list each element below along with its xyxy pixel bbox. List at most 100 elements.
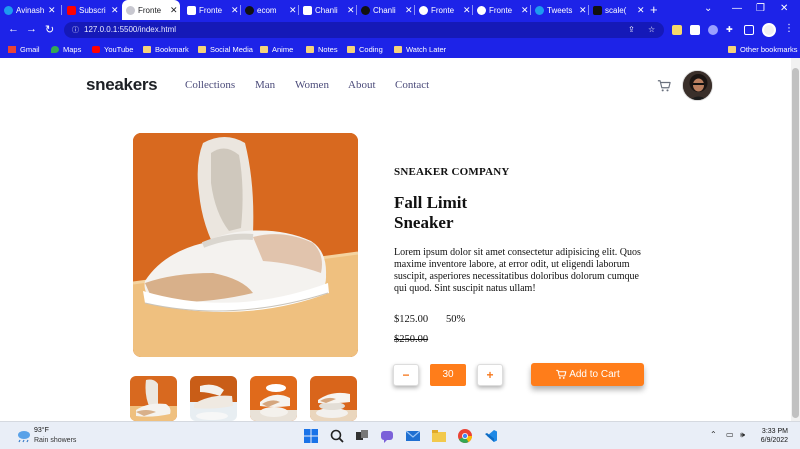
bookmark-item[interactable]: Anime	[260, 40, 293, 58]
browser-tab-strip: Avinash ✕ Subscri ✕ Fronte ✕ Fronte ✕ ec…	[0, 0, 800, 20]
close-icon[interactable]: ✕	[405, 5, 413, 16]
product-main-image[interactable]	[133, 133, 358, 357]
close-icon[interactable]: ✕	[48, 5, 56, 16]
tray-overflow-icon[interactable]: ⌃	[710, 430, 717, 439]
close-icon[interactable]: ✕	[231, 5, 239, 16]
browser-tab[interactable]: Fronte ✕	[415, 0, 471, 20]
browser-tab[interactable]: Fronte ✕	[473, 0, 529, 20]
quantity-increase-button[interactable]: +	[477, 364, 503, 386]
bookmark-label: Watch Later	[406, 44, 447, 54]
bookmark-item[interactable]: Maps	[51, 40, 81, 58]
folder-icon	[728, 45, 736, 53]
search-icon[interactable]	[330, 429, 344, 443]
minimize-icon[interactable]: —	[732, 3, 742, 14]
close-icon[interactable]: ✕	[637, 5, 645, 16]
browser-tab[interactable]: Chanli ✕	[357, 0, 413, 20]
volume-icon[interactable]: 🕪	[740, 430, 745, 440]
other-bookmarks[interactable]: Other bookmarks	[728, 40, 798, 58]
nav-link-collections[interactable]: Collections	[185, 79, 235, 91]
page-scrollbar[interactable]	[791, 58, 800, 421]
scrollbar-thumb[interactable]	[792, 68, 799, 418]
frontend-mentor-icon	[477, 5, 486, 15]
browser-tab[interactable]: Chanli ✕	[299, 0, 355, 20]
url-field[interactable]: ⓘ 127.0.0.1:5500/index.html	[64, 22, 664, 38]
reload-icon[interactable]: ↻	[45, 23, 54, 36]
info-icon[interactable]: ⓘ	[72, 27, 79, 34]
taskbar-clock[interactable]: 3:33 PM 6/9/2022	[754, 427, 788, 445]
bookmark-item[interactable]: Bookmark	[143, 40, 189, 58]
browser-tab[interactable]: scale( ✕	[589, 0, 645, 20]
mail-icon[interactable]	[406, 429, 420, 443]
restore-icon[interactable]: ❐	[756, 3, 765, 14]
window-close-icon[interactable]: ✕	[780, 3, 788, 14]
chrome-icon[interactable]	[458, 429, 472, 443]
company-name: SNEAKER COMPANY	[394, 166, 510, 178]
brand-logo[interactable]: sneakers	[86, 75, 158, 95]
close-icon[interactable]: ✕	[579, 5, 587, 16]
tab-label: Fronte	[431, 5, 455, 15]
bookmark-item[interactable]: Notes	[306, 40, 338, 58]
tab-label: Fronte	[199, 5, 223, 15]
add-to-cart-button[interactable]: Add to Cart	[531, 363, 644, 386]
teams-chat-icon[interactable]	[380, 429, 394, 443]
weather-widget[interactable]: 93°F Rain showers	[16, 426, 86, 446]
back-icon[interactable]: ←	[8, 23, 19, 35]
profile-avatar-icon[interactable]	[762, 23, 776, 37]
nav-link-about[interactable]: About	[348, 79, 376, 91]
close-icon[interactable]: ✕	[289, 5, 297, 16]
extension-icon[interactable]	[708, 25, 718, 35]
tab-label: Chanli	[315, 5, 338, 15]
github-icon	[245, 5, 254, 15]
close-icon[interactable]: ✕	[111, 5, 119, 16]
extension-icon[interactable]	[690, 25, 700, 35]
bookmark-item[interactable]: Watch Later	[394, 40, 446, 58]
browser-tab-active[interactable]: Fronte ✕	[122, 0, 180, 20]
nav-link-men[interactable]: Man	[255, 79, 275, 91]
close-icon[interactable]: ✕	[347, 5, 355, 16]
product-thumbnail-2[interactable]	[190, 376, 237, 421]
nav-link-contact[interactable]: Contact	[395, 79, 429, 91]
youtube-icon	[92, 45, 100, 53]
tab-search-icon[interactable]: ⌄	[704, 3, 712, 14]
new-tab-icon[interactable]: +	[650, 2, 658, 17]
quantity-value: 30	[430, 364, 466, 386]
puzzle-icon[interactable]: ✚	[726, 25, 733, 34]
menu-icon[interactable]: ⋮	[784, 23, 794, 34]
share-icon[interactable]: ⇪	[628, 25, 635, 34]
star-icon[interactable]: ☆	[648, 25, 655, 34]
bookmark-item[interactable]: Social Media	[198, 40, 253, 58]
bookmark-item[interactable]: Gmail	[8, 40, 40, 58]
cart-icon	[556, 369, 567, 379]
file-explorer-icon[interactable]	[432, 429, 446, 443]
extension-icon[interactable]	[672, 25, 682, 35]
windows-start-icon[interactable]	[304, 429, 318, 443]
nav-link-women[interactable]: Women	[295, 79, 329, 91]
browser-tab[interactable]: Avinash ✕	[0, 0, 60, 20]
product-thumbnail-1[interactable]	[130, 376, 177, 421]
vscode-icon[interactable]	[484, 429, 498, 443]
bookmark-label: Bookmark	[155, 44, 189, 54]
browser-tab[interactable]: ecom ✕	[241, 0, 297, 20]
close-icon[interactable]: ✕	[463, 5, 471, 16]
globe-icon	[126, 5, 135, 15]
bookmark-item[interactable]: YouTube	[92, 40, 133, 58]
side-panel-icon[interactable]	[744, 25, 754, 35]
medium-icon	[593, 5, 602, 15]
task-view-icon[interactable]	[355, 429, 369, 443]
quantity-decrease-button[interactable]: −	[393, 364, 419, 386]
user-avatar[interactable]	[682, 70, 713, 101]
bookmark-item[interactable]: Coding	[347, 40, 383, 58]
browser-tab[interactable]: Fronte ✕	[183, 0, 239, 20]
add-to-cart-label: Add to Cart	[569, 369, 620, 380]
cart-icon[interactable]	[657, 79, 671, 93]
display-icon[interactable]: ▭	[726, 430, 734, 439]
product-thumbnail-3[interactable]	[250, 376, 297, 421]
url-text: 127.0.0.1:5500/index.html	[84, 25, 177, 34]
close-icon[interactable]: ✕	[170, 5, 178, 16]
browser-tab[interactable]: Subscri ✕	[63, 0, 121, 20]
close-icon[interactable]: ✕	[521, 5, 529, 16]
product-thumbnail-4[interactable]	[310, 376, 357, 421]
current-price: $125.00	[394, 314, 429, 325]
forward-icon[interactable]: →	[26, 23, 37, 35]
browser-tab[interactable]: Tweets ✕	[531, 0, 587, 20]
